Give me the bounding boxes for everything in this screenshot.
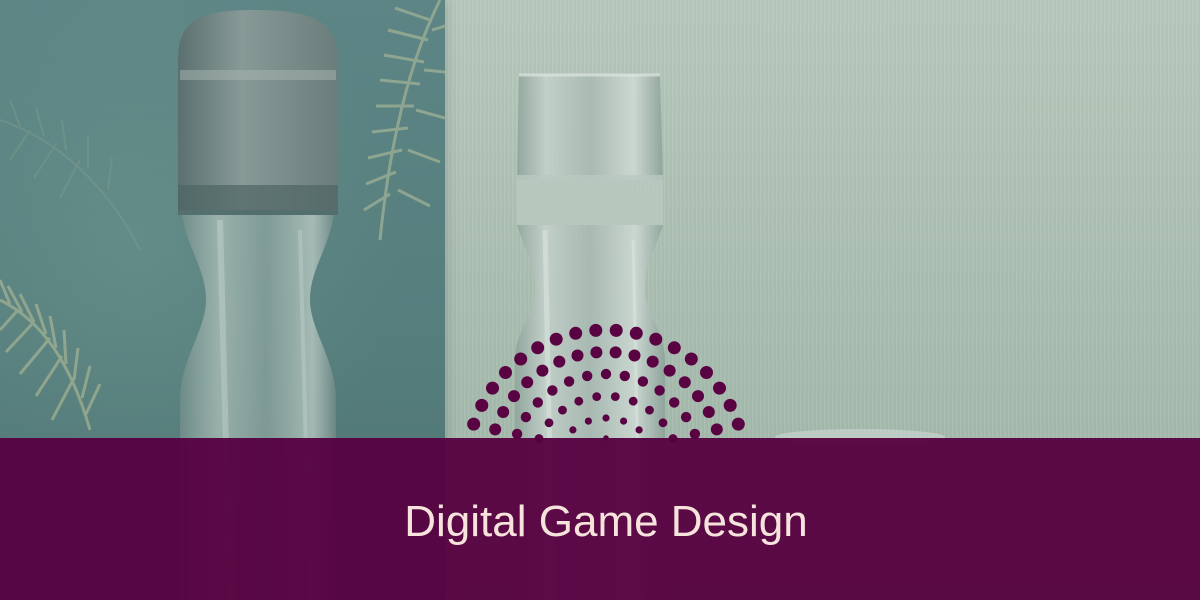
arc-dot — [678, 376, 691, 389]
arc-dot — [508, 390, 520, 403]
arc-dot — [589, 323, 603, 337]
arc-dot — [553, 355, 566, 368]
arc-dot — [489, 423, 502, 436]
arc-dot — [646, 355, 659, 368]
arc-dot — [536, 364, 549, 377]
arc-dot — [571, 349, 584, 362]
arc-dot — [610, 392, 620, 401]
arc-dot — [609, 346, 622, 359]
arc-dot — [532, 397, 543, 408]
arc-dot — [549, 332, 563, 346]
arc-dot — [582, 370, 593, 382]
arc-dot — [680, 411, 692, 423]
arc-dot — [558, 405, 567, 415]
arc-dot — [521, 376, 534, 389]
arc-dot — [645, 405, 654, 415]
arc-dot — [731, 417, 745, 431]
arc-dot — [710, 423, 723, 436]
arc-dot — [669, 397, 680, 408]
arc-dot — [574, 396, 584, 406]
arc-dot — [486, 381, 499, 395]
arc-dot — [563, 376, 575, 387]
arc-dot — [702, 406, 715, 418]
arc-dot — [544, 418, 554, 428]
arc-dot — [628, 349, 641, 362]
arc-dot — [600, 368, 612, 380]
arc-dot — [569, 326, 583, 340]
arc-dot — [569, 426, 577, 434]
arc-dot — [467, 417, 481, 431]
arc-dot — [475, 398, 489, 412]
arc-dot — [649, 332, 663, 346]
arc-dot — [658, 418, 668, 428]
arc-dot — [520, 411, 532, 423]
arc-dot — [590, 346, 603, 359]
banner-title: Digital Game Design — [404, 497, 808, 546]
arc-dot — [592, 392, 602, 401]
arc-dot — [723, 398, 737, 412]
arc-dot — [531, 341, 545, 355]
arc-dot — [619, 370, 630, 382]
arc-dot — [629, 326, 643, 340]
arc-dot — [684, 352, 698, 366]
arc-dot — [628, 396, 638, 406]
arc-dot — [654, 385, 665, 396]
arc-dot — [620, 417, 628, 425]
arc-dot — [663, 364, 676, 377]
arc-dot — [637, 376, 649, 387]
arc-dot — [547, 385, 558, 396]
arc-dot — [609, 323, 623, 337]
arc-dot — [692, 390, 704, 403]
arc-dot — [497, 406, 510, 418]
arc-dot — [584, 417, 593, 425]
arc-dot — [700, 366, 713, 379]
arc-dot — [514, 352, 528, 366]
arc-dot — [499, 366, 512, 379]
arc-dot — [667, 341, 681, 355]
hero-image: Digital Game Design — [0, 0, 1200, 600]
arc-dot — [602, 414, 610, 422]
arc-dot — [713, 381, 726, 395]
arc-dot — [635, 426, 643, 434]
